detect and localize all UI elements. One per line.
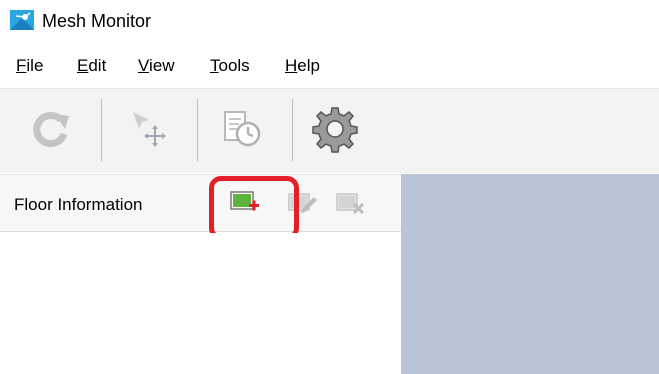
menu-tools-label: ools	[218, 56, 250, 75]
delete-floor-icon	[336, 189, 366, 222]
settings-button[interactable]	[305, 101, 365, 161]
panel-title: Floor Information	[14, 195, 143, 214]
menu-edit-mnemonic: E	[77, 56, 89, 75]
menu-view-label: iew	[149, 56, 175, 75]
menu-file[interactable]: File	[16, 56, 43, 76]
menu-file-mnemonic: F	[16, 56, 27, 75]
menu-file-label: ile	[26, 56, 44, 75]
menu-tools[interactable]: Tools	[210, 56, 250, 76]
menu-help-mnemonic: H	[285, 56, 298, 75]
mesh-app-icon	[10, 10, 34, 30]
floor-info-header: Floor Information	[0, 174, 401, 232]
menu-help-label: elp	[297, 56, 320, 75]
move-button[interactable]	[118, 101, 178, 161]
refresh-icon	[27, 106, 73, 157]
refresh-button[interactable]	[20, 101, 80, 161]
history-icon	[219, 106, 265, 157]
menu-edit[interactable]: Edit	[77, 56, 106, 76]
menu-edit-label: dit	[88, 56, 107, 75]
menu-bar: File Edit View Tools Help	[0, 50, 659, 84]
floor-list[interactable]	[0, 233, 401, 374]
add-floor-highlight	[209, 176, 299, 240]
history-button[interactable]	[212, 101, 272, 161]
menu-view[interactable]: View	[138, 56, 175, 76]
toolbar	[0, 89, 659, 173]
gear-icon	[310, 104, 360, 159]
title-bar: Mesh Monitor	[0, 0, 659, 44]
window-title: Mesh Monitor	[42, 11, 152, 31]
menu-tools-mnemonic: T	[210, 56, 219, 75]
move-cursor-icon	[125, 106, 171, 157]
menu-help[interactable]: Help	[285, 56, 320, 76]
map-canvas[interactable]	[401, 174, 659, 374]
delete-floor-button[interactable]	[336, 191, 366, 219]
menu-view-mnemonic: V	[138, 56, 150, 75]
toolbar-separator	[101, 99, 102, 161]
toolbar-separator	[292, 99, 293, 161]
toolbar-separator	[197, 99, 198, 161]
